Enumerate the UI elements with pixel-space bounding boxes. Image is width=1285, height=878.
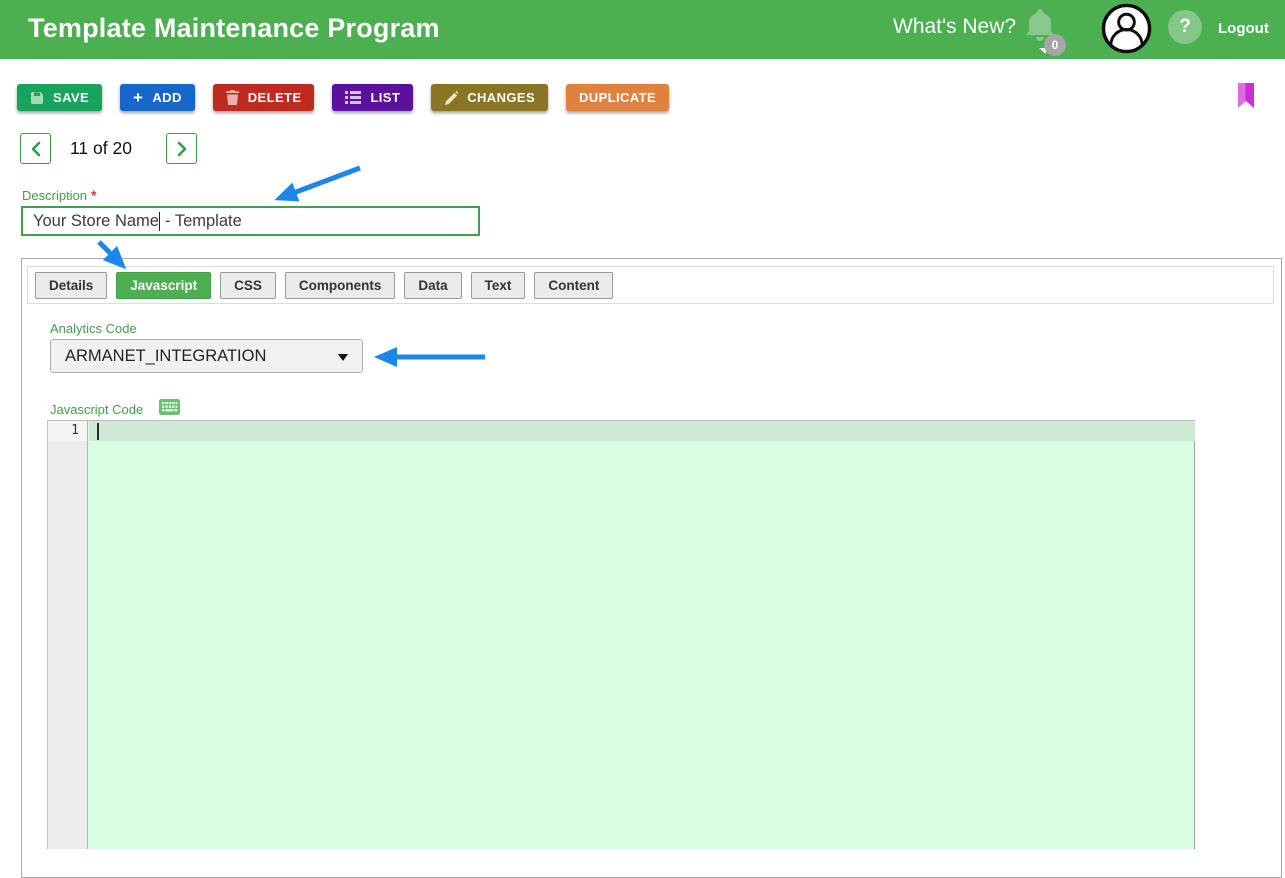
tab-css[interactable]: CSS [220, 272, 276, 299]
tab-details[interactable]: Details [35, 272, 107, 299]
add-label: ADD [152, 90, 181, 105]
delete-button[interactable]: DELETE [213, 84, 315, 111]
description-value-after-cursor: - Template [160, 212, 241, 231]
javascript-code-editor[interactable]: 1 [47, 420, 1195, 849]
tab-content[interactable]: Content [534, 272, 613, 299]
chevron-right-icon [176, 141, 188, 157]
list-icon [345, 91, 361, 104]
description-value-before-cursor: Your Store Name [33, 212, 159, 231]
chevron-left-icon [30, 141, 42, 157]
tab-strip-container: Details Javascript CSS Components Data T… [27, 266, 1274, 304]
tab-data[interactable]: Data [404, 272, 461, 299]
trash-icon [226, 90, 239, 105]
analytics-code-label: Analytics Code [50, 321, 137, 336]
javascript-code-label: Javascript Code [50, 402, 143, 417]
editor-line-number-gutter: 1 [48, 421, 88, 849]
plus-icon: + [133, 89, 143, 106]
dropdown-caret-icon [338, 354, 348, 361]
duplicate-button[interactable]: DUPLICATE [566, 84, 669, 111]
help-question-mark: ? [1179, 16, 1191, 38]
tab-components[interactable]: Components [285, 272, 396, 299]
notification-count-badge: 0 [1044, 34, 1066, 56]
analytics-code-select[interactable]: ARMANET_INTEGRATION [50, 339, 363, 373]
description-input[interactable]: Your Store Name - Template [21, 206, 480, 236]
save-label: SAVE [53, 90, 89, 105]
pencil-icon [444, 91, 458, 105]
tab-javascript[interactable]: Javascript [116, 272, 211, 299]
whats-new-link[interactable]: What's New? [893, 15, 1016, 39]
avatar-icon[interactable] [1101, 3, 1152, 54]
help-button[interactable]: ? [1168, 10, 1202, 44]
list-button[interactable]: LIST [332, 84, 413, 111]
changes-button[interactable]: CHANGES [431, 84, 548, 111]
delete-label: DELETE [248, 90, 302, 105]
save-button[interactable]: SAVE [17, 84, 102, 111]
analytics-code-selected-value: ARMANET_INTEGRATION [65, 347, 266, 366]
notification-bell-button[interactable]: 0 [1022, 6, 1070, 56]
list-label: LIST [370, 90, 400, 105]
save-floppy-icon [30, 91, 44, 105]
description-label: Description * [22, 187, 96, 203]
record-position-label: 11 of 20 [70, 133, 132, 164]
next-record-button[interactable] [166, 133, 197, 164]
line-number: 1 [48, 421, 87, 441]
action-toolbar: SAVE + ADD DELETE LIST CHANGES DUPLICATE [17, 84, 669, 111]
previous-record-button[interactable] [20, 133, 51, 164]
editor-code-content[interactable] [89, 421, 1195, 849]
app-header: Template Maintenance Program What's New?… [0, 0, 1285, 59]
keyboard-icon[interactable] [159, 399, 180, 415]
tab-text[interactable]: Text [471, 272, 526, 299]
logout-button[interactable]: Logout [1218, 20, 1269, 37]
tab-strip: Details Javascript CSS Components Data T… [28, 267, 1273, 299]
bookmark-icon[interactable] [1237, 83, 1255, 109]
changes-label: CHANGES [467, 90, 535, 105]
blue-arrow-to-description [280, 168, 360, 198]
add-button[interactable]: + ADD [120, 84, 195, 111]
page-title: Template Maintenance Program [28, 13, 440, 44]
duplicate-label: DUPLICATE [579, 90, 656, 105]
description-label-text: Description [22, 188, 87, 203]
required-marker: * [91, 187, 96, 203]
